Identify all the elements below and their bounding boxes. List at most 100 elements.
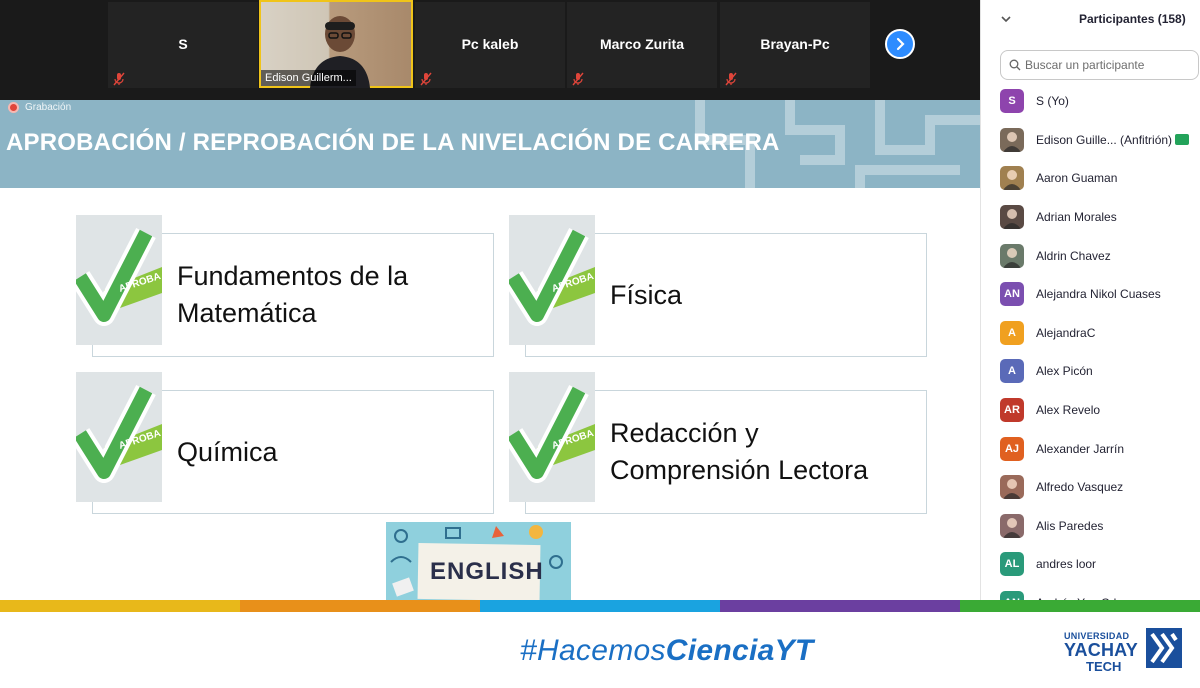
panel-title: Participantes (158) — [1079, 12, 1186, 26]
avatar-initials: AN — [1000, 282, 1024, 307]
approved-check-image: APROBA — [509, 215, 595, 345]
next-page-button[interactable] — [885, 29, 915, 59]
participant-name: andres loor — [1036, 557, 1097, 572]
participant-search[interactable] — [1000, 50, 1199, 80]
stripe-segment — [480, 600, 720, 612]
participant-name: Alex Picón — [1036, 364, 1093, 379]
video-tile-marco-zurita[interactable]: Marco Zurita — [567, 2, 717, 88]
subject-label: Redacción y Comprensión Lectora — [610, 418, 869, 485]
avatar-photo — [1000, 127, 1024, 152]
participant-name: Alfredo Vasquez — [1036, 480, 1124, 495]
logo-line2: YACHAY — [1064, 640, 1138, 660]
participant-name: Alexander Jarrín — [1036, 441, 1125, 456]
recording-dot-icon — [8, 102, 19, 113]
muted-mic-icon — [725, 72, 737, 86]
tile-name: Pc kaleb — [461, 36, 519, 52]
recording-indicator: Grabación — [8, 102, 71, 113]
participant-row[interactable]: Adrian Morales — [981, 198, 1200, 237]
avatar-initials: AR — [1000, 398, 1024, 423]
english-word: ENGLISH — [430, 558, 544, 585]
participant-row[interactable]: A Alex Picón — [981, 352, 1200, 391]
avatar-photo — [1000, 513, 1024, 538]
hashtag-slogan: #HacemosCienciaYT — [520, 634, 814, 667]
tile-name: Brayan-Pc — [760, 36, 830, 52]
participant-row[interactable]: AN Andrés Yaa Cde... — [981, 584, 1200, 600]
chevron-down-icon[interactable] — [999, 12, 1013, 26]
recording-label: Grabación — [25, 102, 72, 113]
tile-name: S — [178, 36, 188, 52]
participant-name: S (Yo) — [1036, 94, 1069, 109]
participant-row[interactable]: Aaron Guaman — [981, 159, 1200, 198]
subject-card: APROBA Fundamentos de la Matemática — [76, 215, 494, 357]
participant-list: S S (Yo) Edison Guille... (Anfitrión) Aaron… — [981, 82, 1200, 600]
video-strip: S Edison Guillerm... Pc kaleb Marco Zuri — [0, 0, 980, 100]
stripe-segment — [240, 600, 480, 612]
subject-label: Física — [610, 279, 683, 310]
approved-check-image: APROBA — [509, 372, 595, 502]
avatar-photo — [1000, 475, 1024, 500]
slide-header: Grabación APROBACIÓN / REPROBACIÓN DE LA… — [0, 100, 980, 188]
muted-mic-icon — [420, 72, 432, 86]
shared-screen-slide: Grabación APROBACIÓN / REPROBACIÓN DE LA… — [0, 100, 980, 600]
video-tile-s[interactable]: S — [108, 2, 258, 88]
participant-row[interactable]: AN Alejandra Nikol Cuases — [981, 275, 1200, 314]
avatar-photo — [1000, 205, 1024, 230]
subject-card: APROBA Física — [509, 215, 927, 357]
stripe-segment — [720, 600, 960, 612]
avatar-photo — [1000, 166, 1024, 191]
participant-name: Alex Revelo — [1036, 403, 1101, 418]
tile-name: Edison Guillerm... — [261, 70, 356, 86]
participant-row[interactable]: Aldrin Chavez — [981, 236, 1200, 275]
participant-name: Edison Guille... (Anfitrión) — [1036, 132, 1173, 147]
search-input[interactable] — [1025, 57, 1193, 73]
panel-header: Participantes (158) — [981, 0, 1200, 40]
subject-label: Química — [177, 436, 278, 467]
participant-row[interactable]: S S (Yo) — [981, 82, 1200, 121]
english-image: ENGLISH — [386, 522, 571, 600]
video-tile-brayan-pc[interactable]: Brayan-Pc — [720, 2, 870, 88]
footer-banner: #HacemosCienciaYT UNIVERSIDAD YACHAY TEC… — [0, 612, 1200, 688]
chevron-right-icon — [896, 37, 905, 51]
participants-panel: Participantes (158) S S (Yo) Edison Guille… — [980, 0, 1200, 600]
avatar-initials: AJ — [1000, 436, 1024, 461]
participant-row[interactable]: Edison Guille... (Anfitrión) — [981, 121, 1200, 160]
stripe-segment — [0, 600, 240, 612]
avatar-initials: AL — [1000, 552, 1024, 577]
participant-name: Aldrin Chavez — [1036, 248, 1111, 263]
avatar-initials: AN — [1000, 591, 1024, 600]
avatar-photo — [1000, 243, 1024, 268]
tile-name: Marco Zurita — [599, 36, 684, 52]
slide-title: APROBACIÓN / REPROBACIÓN DE LA NIVELACIÓ… — [6, 129, 780, 156]
participant-name: AlejandraC — [1036, 325, 1096, 340]
search-icon — [1009, 59, 1021, 71]
logo-mark-icon — [1146, 628, 1182, 668]
video-tile-edison[interactable]: Edison Guillerm... — [259, 0, 413, 88]
yachay-tech-logo: UNIVERSIDAD YACHAY TECH — [1064, 626, 1184, 676]
muted-mic-icon — [572, 72, 584, 86]
participant-name: Alejandra Nikol Cuases — [1036, 287, 1161, 302]
approved-check-image: APROBA — [76, 372, 162, 502]
participant-name: Aaron Guaman — [1036, 171, 1118, 186]
participant-name: Adrian Morales — [1036, 210, 1117, 225]
participant-row[interactable]: A AlejandraC — [981, 314, 1200, 353]
zoom-meeting-window: S Edison Guillerm... Pc kaleb Marco Zuri — [0, 0, 1200, 688]
subject-card: APROBA Redacción y Comprensión Lectora — [509, 372, 927, 514]
participant-row[interactable]: Alfredo Vasquez — [981, 468, 1200, 507]
subject-card: APROBA Química — [76, 372, 494, 514]
video-tile-pc-kaleb[interactable]: Pc kaleb — [415, 2, 565, 88]
avatar-initials: A — [1000, 320, 1024, 345]
color-stripe — [0, 600, 1200, 612]
avatar-initials: A — [1000, 359, 1024, 384]
participant-name: Andrés Yaa Cde... — [1036, 596, 1133, 600]
participant-row[interactable]: AR Alex Revelo — [981, 391, 1200, 430]
avatar-initials: S — [1000, 89, 1024, 114]
muted-mic-icon — [113, 72, 125, 86]
stripe-segment — [960, 600, 1200, 612]
logo-line3: TECH — [1086, 659, 1122, 674]
participant-row[interactable]: Alis Paredes — [981, 507, 1200, 546]
participant-row[interactable]: AJ Alexander Jarrín — [981, 429, 1200, 468]
participant-row[interactable]: AL andres loor — [981, 545, 1200, 584]
subject-label: Fundamentos de la Matemática — [177, 261, 409, 328]
screen-share-icon — [1175, 134, 1189, 146]
participant-name: Alis Paredes — [1036, 518, 1104, 533]
